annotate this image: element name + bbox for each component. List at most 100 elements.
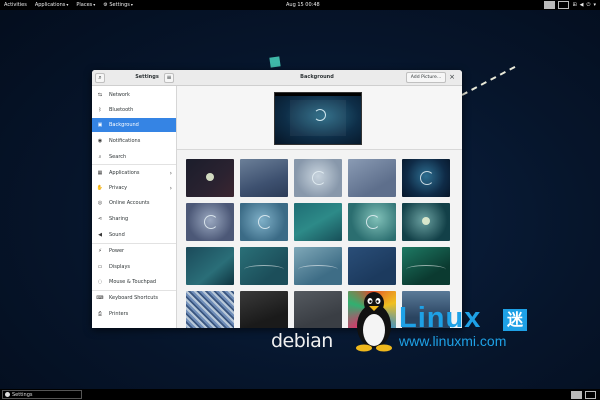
- workspace-indicator-icon[interactable]: [571, 391, 582, 399]
- menu-button[interactable]: ≡: [164, 73, 174, 83]
- sidebar-separator: [92, 290, 176, 291]
- sidebar-item-displays[interactable]: ▭ Displays: [92, 260, 176, 274]
- debian-logo-text: debian: [271, 330, 333, 352]
- caret-down-icon: ▾: [130, 2, 133, 7]
- settings-app-icon: [5, 392, 10, 397]
- wallpaper-thumbnail[interactable]: [186, 291, 234, 328]
- chevron-down-icon: ▾: [593, 2, 596, 8]
- background-icon: ▣: [97, 122, 103, 128]
- printer-icon: ⎙: [97, 311, 102, 317]
- activities-button[interactable]: Activities: [0, 2, 31, 8]
- displays-icon: ▭: [97, 264, 103, 270]
- caret-down-icon: ▾: [93, 2, 96, 7]
- sidebar-item-label: Bluetooth: [109, 107, 134, 113]
- applications-menu[interactable]: Applications▾: [31, 2, 73, 8]
- debian-swirl-icon: [204, 215, 218, 229]
- preview-area: [177, 86, 462, 150]
- sidebar-separator: [92, 164, 176, 165]
- privacy-icon: ✋: [96, 185, 104, 191]
- wallpaper-thumbnail[interactable]: [186, 159, 234, 197]
- current-background-preview[interactable]: [274, 92, 362, 145]
- wallpaper-motif: [422, 217, 430, 225]
- wallpaper-thumbnail[interactable]: [240, 291, 288, 328]
- sidebar-item-applications[interactable]: ▦ Applications ›: [92, 166, 176, 180]
- sidebar: ⇆ Network ᛒ Bluetooth ▣ Background ◉ Notificati…: [92, 86, 177, 328]
- sidebar-item-power[interactable]: ⚡ Power: [92, 244, 176, 258]
- sidebar-item-label: Online Accounts: [109, 200, 150, 206]
- sidebar-item-network[interactable]: ⇆ Network: [92, 88, 176, 102]
- sidebar-item-privacy[interactable]: ✋ Privacy ›: [92, 181, 176, 195]
- wallpaper-thumbnail[interactable]: [348, 247, 396, 285]
- wallpaper-thumbnail[interactable]: [294, 247, 342, 285]
- search-button[interactable]: ⌕: [95, 73, 105, 83]
- sidebar-item-label: Keyboard Shortcuts: [109, 295, 158, 301]
- sidebar-item-sound[interactable]: ◀ Sound: [92, 228, 176, 242]
- system-tray[interactable]: ⊞ ◀ ⏻ ▾: [544, 1, 596, 9]
- wallpaper-thumbnail[interactable]: [402, 159, 450, 197]
- wallpaper-thumbnail[interactable]: [348, 159, 396, 197]
- sidebar-item-printers[interactable]: ⎙ Printers: [92, 307, 176, 321]
- wallpaper-thumbnail[interactable]: [186, 247, 234, 285]
- page-title: Background: [300, 74, 334, 80]
- linuxmi-mark: 迷: [503, 309, 527, 331]
- wallpaper-motif: [298, 265, 338, 274]
- wallpaper-thumbnail[interactable]: [348, 203, 396, 241]
- wallpaper-thumbnail[interactable]: [240, 203, 288, 241]
- sidebar-item-label: Printers: [109, 311, 129, 317]
- close-icon[interactable]: ×: [448, 73, 456, 81]
- debian-swirl-icon: [312, 171, 326, 185]
- wallpaper-thumbnail[interactable]: [402, 247, 450, 285]
- background-panel: [177, 86, 462, 328]
- sidebar-item-sharing[interactable]: ⋖ Sharing: [92, 212, 176, 226]
- gear-icon: ⚙: [103, 2, 108, 8]
- sidebar-item-label: Applications: [109, 170, 140, 176]
- network-status-icon: ⊞: [572, 2, 577, 8]
- tux-penguin-icon: [356, 292, 392, 352]
- debian-swirl-icon: [366, 215, 380, 229]
- wallpaper-thumbnail[interactable]: [402, 203, 450, 241]
- app-menu[interactable]: ⚙ Settings▾: [99, 2, 137, 8]
- clock[interactable]: Aug 15 00:48: [286, 2, 320, 8]
- wallpaper-motif: [206, 173, 214, 181]
- wallpaper-thumbnail[interactable]: [294, 159, 342, 197]
- sidebar-item-label: Displays: [109, 264, 131, 270]
- volume-icon: ◀: [579, 2, 584, 8]
- sidebar-item-notifications[interactable]: ◉ Notifications: [92, 134, 176, 148]
- wallpaper-thumbnail[interactable]: [294, 203, 342, 241]
- sidebar-item-online-accounts[interactable]: ◎ Online Accounts: [92, 196, 176, 210]
- applications-icon: ▦: [97, 170, 103, 176]
- sidebar-item-label: Notifications: [109, 138, 141, 144]
- sound-icon: ◀: [98, 232, 102, 238]
- wallpaper-thumbnail[interactable]: [186, 203, 234, 241]
- workspace-indicator-icon[interactable]: [544, 1, 556, 9]
- add-picture-button[interactable]: Add Picture...: [406, 72, 446, 83]
- places-menu[interactable]: Places▾: [72, 2, 99, 8]
- search-icon: ⌕: [98, 154, 102, 160]
- applications-menu-label: Applications: [34, 2, 66, 8]
- keyboard-icon: ⌨: [96, 295, 104, 301]
- workspace-indicator-icon[interactable]: [558, 1, 570, 9]
- sidebar-item-search[interactable]: ⌕ Search: [92, 150, 176, 164]
- sidebar-item-label: Network: [109, 92, 130, 98]
- sidebar-item-label: Sharing: [109, 216, 129, 222]
- linux-logo-text: Linux: [399, 302, 482, 334]
- debian-swirl-icon: [314, 109, 326, 121]
- wallpaper-thumbnail[interactable]: [240, 247, 288, 285]
- workspace-indicator-icon[interactable]: [585, 391, 596, 399]
- settings-window: ⌕ Settings ≡ Background Add Picture... ×…: [92, 70, 462, 328]
- power-icon: ⚡: [98, 248, 102, 254]
- wallpaper-thumbnail[interactable]: [294, 291, 342, 328]
- sidebar-item-keyboard-shortcuts[interactable]: ⌨ Keyboard Shortcuts: [92, 291, 176, 305]
- sidebar-item-mouse-touchpad[interactable]: ◌ Mouse & Touchpad: [92, 275, 176, 289]
- sharing-icon: ⋖: [97, 216, 103, 222]
- caret-down-icon: ▾: [66, 2, 69, 7]
- workspace-switcher[interactable]: [571, 391, 596, 399]
- wallpaper-motif: [406, 265, 446, 274]
- sidebar-item-background[interactable]: ▣ Background: [92, 118, 176, 132]
- sidebar-item-label: Mouse & Touchpad: [109, 279, 157, 285]
- sidebar-item-bluetooth[interactable]: ᛒ Bluetooth: [92, 103, 176, 117]
- sidebar-item-label: Search: [109, 154, 127, 160]
- wallpaper-thumbnail[interactable]: [240, 159, 288, 197]
- taskbar-item-label: Settings: [12, 391, 33, 398]
- taskbar-item-settings[interactable]: Settings: [2, 390, 82, 399]
